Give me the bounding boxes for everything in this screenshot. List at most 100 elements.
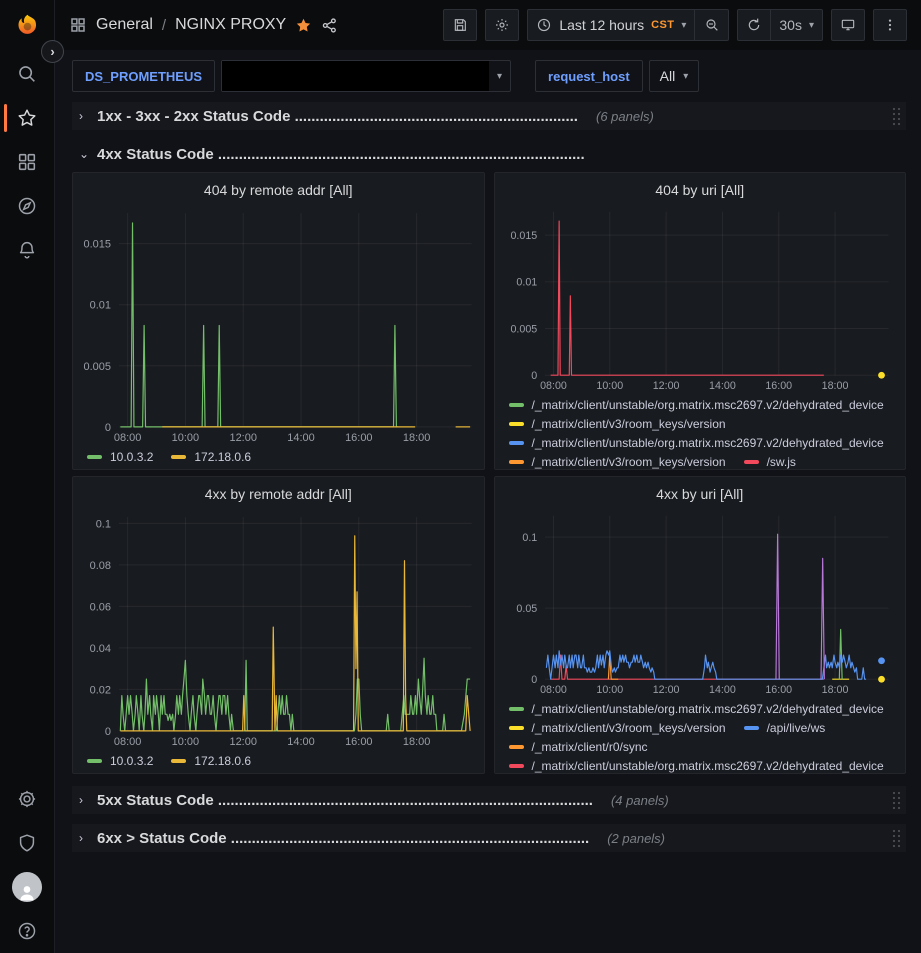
chevron-down-icon: ▾ xyxy=(683,71,688,82)
legend-series-label: /_matrix/client/unstable/org.matrix.msc2… xyxy=(532,398,884,412)
legend-series-label: /sw.js xyxy=(767,455,796,469)
legend-item[interactable]: /api/live/ws xyxy=(744,718,826,737)
refresh-icon xyxy=(746,17,762,33)
legend-item[interactable]: 10.0.3.2 xyxy=(87,751,153,770)
svg-text:0.01: 0.01 xyxy=(90,300,111,312)
row-drag-handle[interactable] xyxy=(891,790,901,815)
zoom-out-button[interactable] xyxy=(695,9,729,41)
panel-4xx-by-remote-addr[interactable]: 4xx by remote addr [All] 08:0010:0012:00… xyxy=(72,476,485,774)
svg-text:12:00: 12:00 xyxy=(652,684,679,696)
variables-row: DS_PROMETHEUS ▾ request_host All ▾ xyxy=(55,50,921,102)
legend-item[interactable]: /_matrix/client/v3/room_keys/version xyxy=(509,452,726,469)
row-6xx-status-code[interactable]: › 6xx > Status Code ....................… xyxy=(72,824,906,852)
explore-compass-icon[interactable] xyxy=(0,184,55,228)
svg-text:12:00: 12:00 xyxy=(229,432,256,444)
legend-item[interactable]: 172.18.0.6 xyxy=(171,751,251,770)
legend-item[interactable]: /sw.js xyxy=(744,452,796,469)
legend-item[interactable]: /_matrix/client/r0/sync xyxy=(509,737,648,756)
legend-series-label: 10.0.3.2 xyxy=(110,754,153,768)
chevron-down-icon: ⌄ xyxy=(79,147,89,161)
svg-text:18:00: 18:00 xyxy=(821,684,848,696)
server-admin-shield-icon[interactable] xyxy=(0,821,55,865)
redacted-value xyxy=(222,61,489,91)
favorite-star-icon[interactable] xyxy=(295,17,312,34)
panel-404-by-remote-addr[interactable]: 404 by remote addr [All] 08:0010:0012:00… xyxy=(72,172,485,470)
active-indicator xyxy=(4,104,7,132)
panel-title[interactable]: 404 by uri [All] xyxy=(495,179,906,202)
svg-text:08:00: 08:00 xyxy=(114,432,141,444)
svg-text:08:00: 08:00 xyxy=(540,684,567,696)
chevron-down-icon: ▾ xyxy=(681,20,686,31)
time-picker-group: Last 12 hours CST ▾ xyxy=(527,9,729,41)
row-1xx-3xx-2xx-status-code[interactable]: › 1xx - 3xx - 2xx Status Code ..........… xyxy=(72,102,906,130)
timeseries-chart[interactable]: 08:0010:0012:0014:0016:0018:0000.020.040… xyxy=(73,507,484,751)
legend-item[interactable]: /_matrix/client/unstable/org.matrix.msc2… xyxy=(509,756,884,773)
svg-text:0.01: 0.01 xyxy=(516,277,537,289)
timeseries-chart[interactable]: 08:0010:0012:0014:0016:0018:0000.050.1 xyxy=(495,506,906,699)
dashboards-icon[interactable] xyxy=(0,140,55,184)
legend-series-swatch xyxy=(87,455,102,459)
starred-dashboards-icon[interactable] xyxy=(0,96,55,140)
datasource-variable-label[interactable]: DS_PROMETHEUS xyxy=(72,60,215,92)
time-range-label: Last 12 hours xyxy=(559,17,644,33)
row-drag-handle[interactable] xyxy=(891,106,901,131)
legend-item[interactable]: 172.18.0.6 xyxy=(171,447,251,466)
breadcrumb-separator: / xyxy=(162,17,166,34)
dashboard-settings-button[interactable] xyxy=(485,9,519,41)
legend-series-swatch xyxy=(744,460,759,464)
row-panel-count: (2 panels) xyxy=(607,831,665,846)
row-4xx-status-code[interactable]: ⌄ 4xx Status Code ......................… xyxy=(72,140,906,168)
panel-title[interactable]: 4xx by remote addr [All] xyxy=(73,483,484,507)
panel-title[interactable]: 4xx by uri [All] xyxy=(495,483,906,506)
sidebar-expand-button[interactable]: › xyxy=(41,40,64,63)
top-navbar: General / NGINX PROXY xyxy=(55,0,921,50)
svg-text:14:00: 14:00 xyxy=(709,380,736,392)
datasource-variable-select[interactable]: ▾ xyxy=(221,60,511,92)
refresh-interval-picker[interactable]: 30s ▾ xyxy=(771,9,823,41)
svg-text:0.05: 0.05 xyxy=(516,603,537,615)
tv-mode-button[interactable] xyxy=(831,9,865,41)
row-title: 6xx > Status Code ......................… xyxy=(97,830,589,847)
panel-4xx-by-uri[interactable]: 4xx by uri [All] 08:0010:0012:0014:0016:… xyxy=(494,476,907,774)
alerting-bell-icon[interactable] xyxy=(0,228,55,272)
legend-item[interactable]: /_matrix/client/v3/room_keys/version xyxy=(509,414,726,433)
legend-item[interactable]: /_matrix/client/unstable/org.matrix.msc2… xyxy=(509,433,884,452)
svg-text:10:00: 10:00 xyxy=(596,684,623,696)
legend-series-label: 172.18.0.6 xyxy=(194,754,251,768)
panel-404-by-uri[interactable]: 404 by uri [All] 08:0010:0012:0014:0016:… xyxy=(494,172,907,470)
help-icon[interactable] xyxy=(0,909,55,953)
user-avatar[interactable] xyxy=(0,865,55,909)
share-icon[interactable] xyxy=(321,17,338,34)
dashboard-title[interactable]: NGINX PROXY xyxy=(175,16,286,34)
legend-item[interactable]: 10.0.3.2 xyxy=(87,447,153,466)
legend-item[interactable]: /_matrix/client/unstable/org.matrix.msc2… xyxy=(509,395,884,414)
legend-series-label: /_matrix/client/unstable/org.matrix.msc2… xyxy=(532,436,884,450)
more-options-button[interactable] xyxy=(873,9,907,41)
gear-icon xyxy=(494,17,510,33)
row-drag-handle[interactable] xyxy=(891,828,901,853)
svg-text:0: 0 xyxy=(531,674,537,686)
svg-text:16:00: 16:00 xyxy=(765,684,792,696)
panel-title[interactable]: 404 by remote addr [All] xyxy=(73,179,484,203)
request-host-variable-select[interactable]: All ▾ xyxy=(649,60,700,92)
svg-text:10:00: 10:00 xyxy=(596,380,623,392)
configuration-gear-icon[interactable] xyxy=(0,777,55,821)
legend-series-swatch xyxy=(171,759,186,763)
timeseries-chart[interactable]: 08:0010:0012:0014:0016:0018:0000.0050.01… xyxy=(73,203,484,447)
panel-legend: /_matrix/client/unstable/org.matrix.msc2… xyxy=(495,395,906,469)
request-host-variable-label[interactable]: request_host xyxy=(535,60,643,92)
time-range-picker[interactable]: Last 12 hours CST ▾ xyxy=(527,9,695,41)
legend-series-label: 10.0.3.2 xyxy=(110,450,153,464)
breadcrumb-section[interactable]: General xyxy=(96,16,153,34)
legend-series-swatch xyxy=(509,403,524,407)
svg-text:0: 0 xyxy=(105,726,111,738)
refresh-button[interactable] xyxy=(737,9,771,41)
svg-text:0: 0 xyxy=(105,422,111,434)
row-5xx-status-code[interactable]: › 5xx Status Code ......................… xyxy=(72,786,906,814)
row-title: 4xx Status Code ........................… xyxy=(97,146,585,163)
refresh-group: 30s ▾ xyxy=(737,9,823,41)
legend-item[interactable]: /_matrix/client/unstable/org.matrix.msc2… xyxy=(509,699,884,718)
legend-item[interactable]: /_matrix/client/v3/room_keys/version xyxy=(509,718,726,737)
save-dashboard-button[interactable] xyxy=(443,9,477,41)
timeseries-chart[interactable]: 08:0010:0012:0014:0016:0018:0000.0050.01… xyxy=(495,202,906,395)
